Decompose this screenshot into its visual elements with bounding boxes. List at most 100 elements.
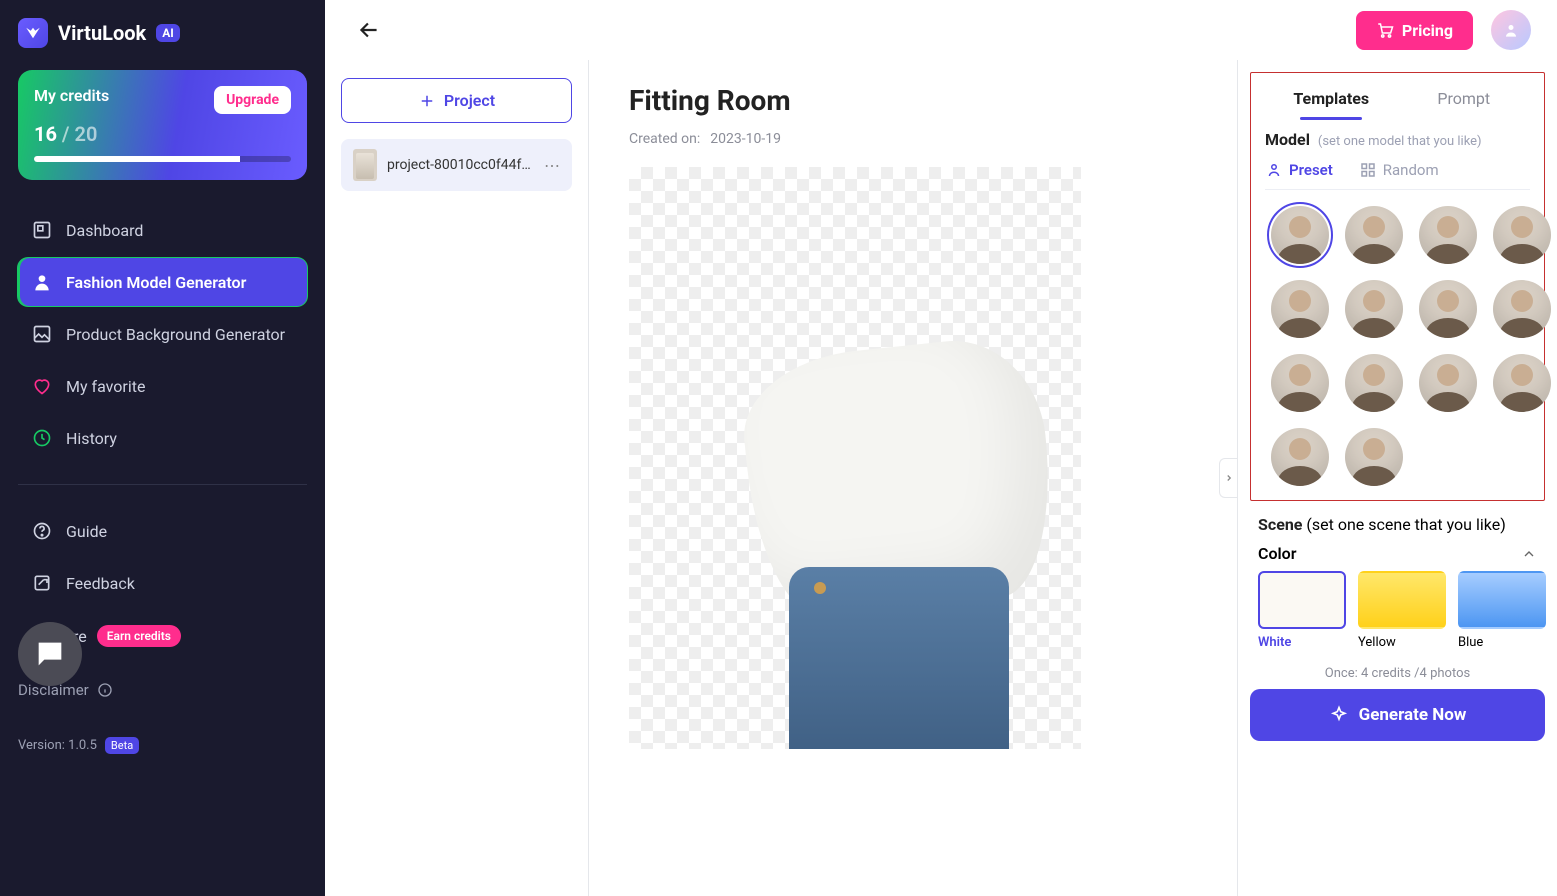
brand-name: VirtuLook — [58, 21, 146, 45]
main: Pricing Project project-80010cc0f44f4dfc… — [325, 0, 1557, 896]
new-project-button[interactable]: Project — [341, 78, 572, 123]
plus-icon — [418, 92, 436, 110]
mode-random[interactable]: Random — [1359, 161, 1439, 179]
dashboard-icon — [32, 220, 52, 240]
user-icon — [1501, 20, 1521, 40]
preset-icon — [1265, 161, 1283, 179]
model-avatar[interactable] — [1493, 280, 1551, 338]
jeans-button-detail — [814, 582, 826, 594]
model-avatar[interactable] — [1493, 206, 1551, 264]
history-icon — [32, 428, 52, 448]
model-avatar[interactable] — [1345, 428, 1403, 486]
model-section: Model (set one model that you like) Pres… — [1257, 120, 1538, 490]
panel-collapse-handle[interactable] — [1219, 458, 1237, 498]
more-icon[interactable]: ⋯ — [544, 156, 560, 175]
credits-count: 16 / 20 — [34, 122, 291, 146]
model-avatar[interactable] — [1345, 280, 1403, 338]
model-title: Model — [1265, 130, 1310, 149]
sidebar-item-history[interactable]: History — [18, 414, 307, 462]
model-hint: (set one model that you like) — [1318, 134, 1482, 149]
beta-badge: Beta — [105, 737, 139, 754]
chevron-right-icon — [1224, 471, 1234, 485]
version-label: Version: 1.0.5 Beta — [18, 737, 307, 754]
model-avatar[interactable] — [1271, 428, 1329, 486]
page-title: Fitting Room — [629, 84, 1197, 117]
feedback-icon — [32, 573, 52, 593]
mode-preset[interactable]: Preset — [1265, 161, 1333, 179]
color-swatch-row: White Yellow Blue — [1250, 571, 1545, 658]
tab-prompt[interactable]: Prompt — [1398, 79, 1531, 120]
primary-nav: Dashboard Fashion Model Generator Produc… — [18, 206, 307, 661]
sidebar-item-label: Dashboard — [66, 221, 143, 240]
upgrade-button[interactable]: Upgrade — [214, 86, 291, 114]
canvas-column: Fitting Room Created on: 2023-10-19 — [589, 60, 1237, 896]
chat-fab[interactable] — [18, 622, 82, 686]
sidebar-item-favorite[interactable]: My favorite — [18, 362, 307, 410]
model-avatar[interactable] — [1271, 206, 1329, 264]
templates-highlight: Templates Prompt Model (set one model th… — [1250, 72, 1545, 501]
credits-total: 20 — [75, 122, 98, 146]
sidebar-item-label: My favorite — [66, 377, 145, 396]
project-column: Project project-80010cc0f44f4dfc ⋯ — [325, 60, 589, 896]
color-swatch-white[interactable]: White — [1258, 571, 1346, 650]
topbar: Pricing — [325, 0, 1557, 60]
person-icon — [32, 272, 52, 292]
generate-button[interactable]: Generate Now — [1250, 689, 1545, 741]
credits-current: 16 — [34, 122, 57, 146]
cost-hint: Once: 4 credits /4 photos — [1250, 658, 1545, 689]
sidebar-item-label: Guide — [66, 522, 107, 541]
sidebar-item-guide[interactable]: Guide — [18, 507, 307, 555]
chat-icon — [33, 637, 67, 671]
cart-icon — [1376, 21, 1394, 39]
tab-templates[interactable]: Templates — [1265, 79, 1398, 120]
sidebar-item-fashion-model[interactable]: Fashion Model Generator — [18, 258, 307, 306]
image-icon — [32, 324, 52, 344]
canvas-image[interactable] — [629, 167, 1081, 749]
nav-separator — [18, 484, 307, 485]
ai-badge: AI — [156, 24, 180, 42]
random-icon — [1359, 161, 1377, 179]
scene-hint: (set one scene that you like) — [1306, 515, 1505, 534]
brand-logo-icon — [18, 18, 48, 48]
model-grid — [1265, 190, 1530, 490]
scene-section: Scene (set one scene that you like) — [1250, 501, 1545, 534]
created-date: 2023-10-19 — [710, 131, 781, 147]
sidebar-item-feedback[interactable]: Feedback — [18, 559, 307, 607]
heart-icon — [32, 376, 52, 396]
back-button[interactable] — [351, 12, 387, 48]
model-avatar[interactable] — [1345, 206, 1403, 264]
sidebar-item-dashboard[interactable]: Dashboard — [18, 206, 307, 254]
color-swatch-yellow[interactable]: Yellow — [1358, 571, 1446, 650]
help-icon — [32, 521, 52, 541]
color-section-header[interactable]: Color — [1250, 534, 1545, 571]
color-swatch-blue[interactable]: Blue — [1458, 571, 1546, 650]
project-item[interactable]: project-80010cc0f44f4dfc ⋯ — [341, 139, 572, 191]
brand-row: VirtuLook AI — [18, 18, 307, 48]
created-on-row: Created on: 2023-10-19 — [629, 131, 1197, 147]
model-avatar[interactable] — [1419, 354, 1477, 412]
sidebar-item-label: Feedback — [66, 574, 135, 593]
model-avatar[interactable] — [1419, 280, 1477, 338]
sidebar: VirtuLook AI My credits Upgrade 16 / 20 … — [0, 0, 325, 896]
credits-card: My credits Upgrade 16 / 20 — [18, 70, 307, 180]
panel-tabs: Templates Prompt — [1257, 79, 1538, 120]
sidebar-item-label: Fashion Model Generator — [66, 273, 246, 292]
chevron-up-icon — [1521, 546, 1537, 562]
model-avatar[interactable] — [1345, 354, 1403, 412]
scene-title: Scene — [1258, 515, 1302, 534]
sidebar-item-product-bg[interactable]: Product Background Generator — [18, 310, 307, 358]
user-avatar[interactable] — [1491, 10, 1531, 50]
credits-title: My credits — [34, 86, 109, 105]
model-avatar[interactable] — [1419, 206, 1477, 264]
model-avatar[interactable] — [1271, 354, 1329, 412]
model-avatar[interactable] — [1493, 354, 1551, 412]
color-title: Color — [1258, 544, 1296, 563]
sparkle-icon — [1329, 705, 1349, 725]
earn-credits-pill: Earn credits — [97, 625, 181, 647]
right-panel: Templates Prompt Model (set one model th… — [1237, 60, 1557, 896]
pricing-button[interactable]: Pricing — [1356, 11, 1473, 50]
project-name: project-80010cc0f44f4dfc — [387, 157, 534, 173]
model-avatar[interactable] — [1271, 280, 1329, 338]
info-icon — [97, 682, 113, 698]
credits-progress — [34, 156, 291, 162]
